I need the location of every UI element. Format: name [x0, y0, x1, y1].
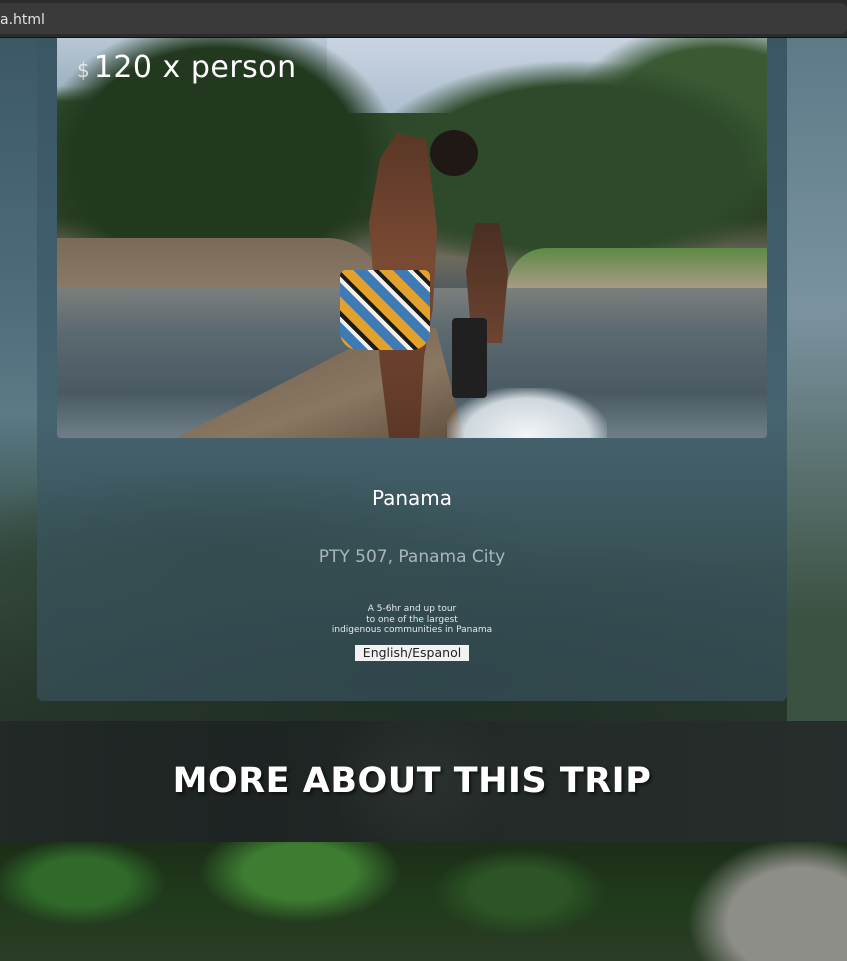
price-currency: $: [77, 58, 90, 82]
tour-place: Panama: [371, 486, 453, 510]
price-amount: 120 x person: [93, 50, 297, 85]
language-toggle-button[interactable]: English/Espanol: [355, 645, 469, 661]
tour-card: $120 x person Panama PTY 507, Panama Cit…: [37, 38, 787, 701]
description-line: A 5-6hr and up tour: [367, 604, 457, 614]
browser-tab[interactable]: a.html: [0, 3, 847, 34]
more-about-banner: MORE ABOUT THIS TRIP: [0, 721, 847, 842]
price-label: $120 x person: [77, 50, 297, 85]
browser-top-bar: a.html: [0, 0, 847, 38]
photo-person-head: [430, 130, 478, 176]
browser-tab-title: a.html: [0, 12, 45, 28]
tour-photo: $120 x person: [57, 38, 767, 438]
tour-description: A 5-6hr and up tour to one of the larges…: [37, 604, 787, 636]
photo-outboard-motor: [452, 318, 487, 398]
description-line: to one of the largest: [366, 614, 458, 625]
foliage-photo: [0, 842, 847, 961]
tour-address: PTY 507, Panama City: [318, 547, 506, 567]
photo-right-bank: [507, 248, 767, 288]
description-line: indigenous communities in Panama: [331, 625, 493, 635]
banner-title: MORE ABOUT THIS TRIP: [172, 761, 652, 801]
photo-patterned-loincloth: [340, 270, 430, 350]
